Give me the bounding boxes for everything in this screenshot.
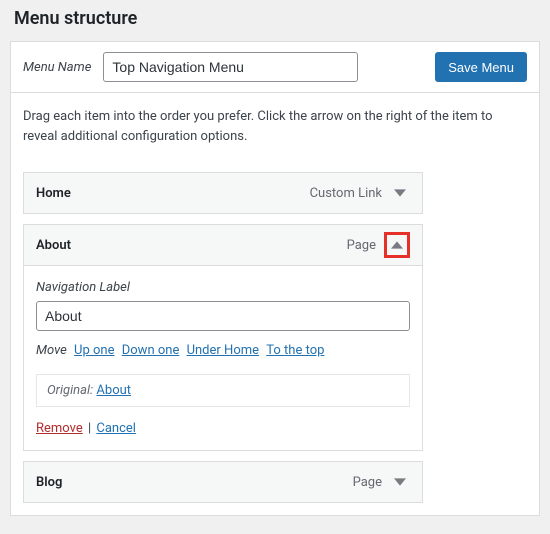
original-label: Original: bbox=[47, 383, 93, 398]
menu-item-title: About bbox=[36, 238, 347, 253]
original-link[interactable]: About bbox=[96, 383, 131, 398]
menu-item-type: Page bbox=[347, 238, 376, 253]
move-up-link[interactable]: Up one bbox=[74, 343, 114, 358]
move-down-link[interactable]: Down one bbox=[122, 343, 180, 358]
menu-item-title: Home bbox=[36, 186, 310, 201]
menu-name-row: Menu Name Save Menu bbox=[11, 42, 539, 93]
move-label: Move bbox=[36, 343, 67, 358]
original-box: Original: About bbox=[36, 374, 410, 407]
remove-cancel-row: Remove | Cancel bbox=[36, 421, 410, 436]
page-title: Menu structure bbox=[14, 8, 550, 29]
menu-name-label: Menu Name bbox=[23, 60, 91, 75]
menu-items: Home Custom Link About Page Navigation L… bbox=[11, 172, 539, 515]
menu-item-bar[interactable]: About Page bbox=[23, 224, 423, 266]
menu-item-type: Custom Link bbox=[310, 186, 382, 201]
menu-item-type: Page bbox=[353, 475, 382, 490]
menu-name-input[interactable] bbox=[103, 52, 358, 82]
menu-item-bar[interactable]: Home Custom Link bbox=[23, 172, 423, 214]
cancel-link[interactable]: Cancel bbox=[96, 421, 136, 436]
move-row: Move Up one Down one Under Home To the t… bbox=[36, 343, 410, 358]
menu-item-title: Blog bbox=[36, 475, 353, 490]
menu-item-bar[interactable]: Blog Page bbox=[23, 461, 423, 503]
save-menu-button[interactable]: Save Menu bbox=[435, 52, 527, 82]
instructions-text: Drag each item into the order you prefer… bbox=[11, 93, 539, 162]
remove-link[interactable]: Remove bbox=[36, 421, 83, 436]
chevron-down-icon[interactable] bbox=[390, 183, 410, 203]
move-top-link[interactable]: To the top bbox=[266, 343, 324, 358]
menu-frame: Menu Name Save Menu Drag each item into … bbox=[10, 41, 540, 516]
chevron-down-icon[interactable] bbox=[390, 472, 410, 492]
chevron-up-icon[interactable] bbox=[384, 232, 410, 258]
nav-label-input[interactable] bbox=[36, 301, 410, 331]
menu-item-settings: Navigation Label Move Up one Down one Un… bbox=[23, 266, 423, 451]
move-under-link[interactable]: Under Home bbox=[187, 343, 259, 358]
nav-label-title: Navigation Label bbox=[36, 280, 410, 295]
separator: | bbox=[88, 421, 94, 436]
